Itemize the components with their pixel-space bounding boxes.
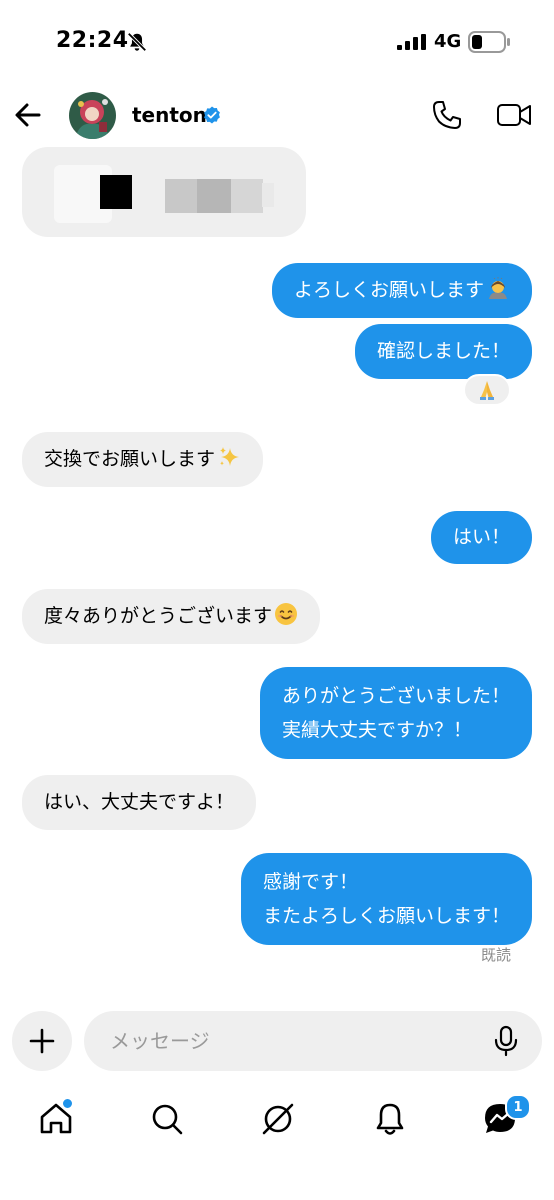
message-bubble-outgoing[interactable]: 感謝です！ またよろしくお願いします！ bbox=[240, 853, 532, 945]
message-text: 交換でお願いします bbox=[44, 448, 216, 470]
microphone-icon[interactable] bbox=[492, 1025, 520, 1057]
message-bubble-incoming[interactable]: はい、大丈夫ですよ！ bbox=[22, 775, 257, 830]
message-text-line: 感謝です！ bbox=[262, 871, 358, 893]
message-text: よろしくお願いします bbox=[293, 279, 484, 301]
message-text-line: ありがとうございました！ bbox=[281, 685, 510, 707]
messages-badge: 1 bbox=[505, 1094, 531, 1120]
home-notification-dot bbox=[61, 1097, 74, 1110]
chat-header: tenton bbox=[0, 80, 554, 150]
person-bowing-emoji bbox=[489, 277, 507, 299]
verified-badge-icon bbox=[204, 106, 220, 124]
message-text: はい、大丈夫ですよ！ bbox=[44, 791, 235, 813]
folded-hands-emoji bbox=[480, 381, 494, 400]
bell-off-icon bbox=[127, 32, 147, 52]
nav-explore[interactable] bbox=[258, 1099, 298, 1139]
message-text-line: またよろしくお願いします！ bbox=[262, 905, 510, 927]
network-type: 4G bbox=[434, 31, 462, 52]
message-input[interactable] bbox=[84, 1011, 542, 1071]
message-text-line: 実績大丈夫ですか？！ bbox=[281, 719, 472, 741]
explore-icon bbox=[262, 1103, 294, 1135]
shared-post-attachment[interactable] bbox=[22, 147, 306, 237]
search-icon bbox=[152, 1104, 183, 1135]
message-bubble-outgoing[interactable]: 確認しました！ bbox=[354, 324, 532, 379]
contact-name[interactable]: tenton bbox=[132, 103, 207, 127]
censored-content-image bbox=[54, 165, 274, 223]
signal-strength-icon bbox=[397, 34, 426, 50]
avatar[interactable] bbox=[69, 92, 116, 139]
status-time: 22:24 bbox=[56, 28, 129, 53]
message-bubble-outgoing[interactable]: ありがとうございました！ 実績大丈夫ですか？！ bbox=[259, 667, 532, 759]
battery-icon bbox=[468, 31, 510, 53]
read-receipt: 既読 bbox=[480, 946, 511, 964]
status-bar: 22:24 4G bbox=[0, 0, 554, 80]
message-text: 度々ありがとうございます bbox=[44, 605, 273, 627]
message-bubble-incoming[interactable]: 交換でお願いします bbox=[22, 432, 264, 487]
plus-icon bbox=[29, 1028, 55, 1054]
add-attachment-button[interactable] bbox=[12, 1011, 72, 1071]
phone-call-icon[interactable] bbox=[430, 98, 464, 132]
nav-home[interactable] bbox=[36, 1097, 76, 1139]
message-bubble-outgoing[interactable]: はい！ bbox=[430, 511, 532, 564]
video-call-icon[interactable] bbox=[496, 100, 532, 130]
message-text: はい！ bbox=[452, 526, 510, 548]
sparkles-emoji bbox=[220, 447, 240, 466]
notifications-icon bbox=[376, 1103, 404, 1135]
bottom-navigation: 1 bbox=[0, 1085, 554, 1155]
message-bubble-incoming[interactable]: 度々ありがとうございます bbox=[22, 589, 321, 644]
message-text: 確認しました！ bbox=[376, 340, 510, 362]
message-bubble-outgoing[interactable]: よろしくお願いします bbox=[271, 263, 532, 318]
back-arrow-icon[interactable] bbox=[12, 100, 44, 130]
message-composer bbox=[0, 1010, 554, 1072]
nav-search[interactable] bbox=[147, 1099, 187, 1139]
nav-notifications[interactable] bbox=[370, 1099, 410, 1139]
message-reaction[interactable] bbox=[463, 374, 511, 406]
smiling-face-emoji bbox=[275, 603, 298, 625]
